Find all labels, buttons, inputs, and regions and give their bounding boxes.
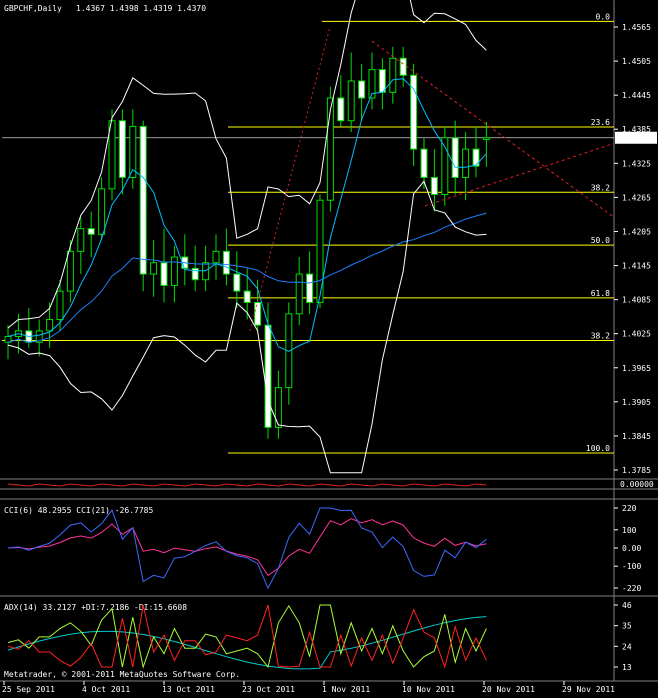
chart-symbol: GBPCHF,Daily	[4, 4, 62, 13]
candle-body	[316, 199, 324, 303]
price-tick-label: 1.4325	[622, 159, 651, 168]
price-tick-label: 1.3965	[622, 364, 651, 373]
candle-body	[170, 256, 178, 286]
current-price-label: 1.4370	[621, 134, 650, 143]
candle-body	[150, 262, 158, 275]
candle-body	[430, 177, 438, 196]
time-tick-label: 4 Oct 2011	[82, 685, 130, 694]
candle-body	[337, 97, 345, 122]
candle-body	[472, 148, 480, 167]
time-tick-label: 20 Nov 2011	[482, 685, 535, 694]
candle-body	[326, 97, 334, 201]
candle-body	[358, 80, 366, 99]
candle-body	[212, 250, 220, 264]
candle-body	[98, 188, 106, 235]
candle-body	[233, 273, 241, 292]
candle-body	[378, 69, 386, 93]
candle-body	[139, 125, 147, 275]
candle-body	[87, 228, 95, 235]
price-tick-label: 1.4505	[622, 57, 651, 66]
candle-body	[389, 57, 397, 93]
adx-tick-label: 24	[622, 642, 632, 651]
fibo-level-label: 0.0	[596, 12, 611, 21]
fibo-level-label: 23.6	[591, 118, 610, 127]
candle-body	[306, 273, 314, 303]
fibo-level-label: 100.0	[586, 444, 610, 453]
fibo-level-label: 38.2	[591, 183, 610, 192]
candle-body	[56, 290, 64, 320]
time-tick-label: 25 Sep 2011	[2, 685, 55, 694]
candle-body	[482, 137, 490, 140]
price-tick-label: 1.4085	[622, 296, 651, 305]
adx-tick-label: 35	[622, 622, 632, 631]
price-tick-label: 1.4205	[622, 227, 651, 236]
candle-body	[77, 228, 85, 252]
time-tick-label: 23 Oct 2011	[242, 685, 295, 694]
fibo-level-label: 38.2	[591, 332, 610, 341]
candle-body	[451, 137, 459, 179]
candle-body	[462, 148, 470, 179]
price-tick-label: 1.4145	[622, 262, 651, 271]
candle-body	[66, 250, 74, 292]
time-tick-label: 1 Nov 2011	[322, 685, 370, 694]
price-tick-label: 1.3845	[622, 432, 651, 441]
candle-body	[243, 290, 251, 303]
chart-ohlc: 1.4367 1.4398 1.4319 1.4370	[76, 4, 206, 13]
candle-body	[222, 250, 230, 275]
candle-body	[295, 273, 303, 315]
candle-body	[274, 387, 282, 428]
candle-body	[202, 262, 210, 281]
candle-body	[264, 324, 272, 428]
price-tick-label: 1.3785	[622, 466, 651, 475]
cci-tick-label: -100	[622, 562, 641, 571]
cci-tick-label: -220	[622, 584, 641, 593]
price-tick-label: 1.4565	[622, 23, 651, 32]
fibo-level-label: 50.0	[591, 236, 610, 245]
cci-tick-label: 0.00	[622, 544, 641, 553]
candle-body	[46, 318, 54, 332]
candle-body	[118, 120, 126, 179]
fibo-level-label: 61.8	[591, 289, 610, 298]
adx-tick-label: 46	[622, 601, 632, 610]
price-tick-label: 1.4445	[622, 91, 651, 100]
candle-body	[399, 57, 407, 76]
cci-tick-label: 220	[622, 504, 637, 513]
price-tick-label: 1.4025	[622, 330, 651, 339]
price-tick-label: 1.3905	[622, 398, 651, 407]
cci-title: CCI(6) 48.2955 CCI(21) -26.7785	[4, 506, 153, 515]
time-tick-label: 10 Nov 2011	[402, 685, 455, 694]
subwindow-label: 0.00000	[620, 480, 654, 489]
time-tick-label: 13 Oct 2011	[162, 685, 215, 694]
adx-title: ADX(14) 33.2127 +DI:7.2186 -DI:15.6608	[4, 603, 187, 612]
price-tick-label: 1.4265	[622, 193, 651, 202]
candle-body	[347, 80, 355, 122]
candle-body	[254, 301, 262, 326]
trading-chart[interactable]: 1.45651.45051.44451.43851.43251.42651.42…	[0, 0, 658, 698]
cci-tick-label: 100	[622, 526, 637, 535]
time-tick-label: 29 Nov 2011	[562, 685, 615, 694]
adx-tick-label: 13	[622, 663, 632, 672]
candle-body	[160, 262, 168, 286]
candle-body	[420, 148, 428, 179]
copyright: Metatrader, © 2001-2011 MetaQuotes Softw…	[4, 670, 240, 679]
